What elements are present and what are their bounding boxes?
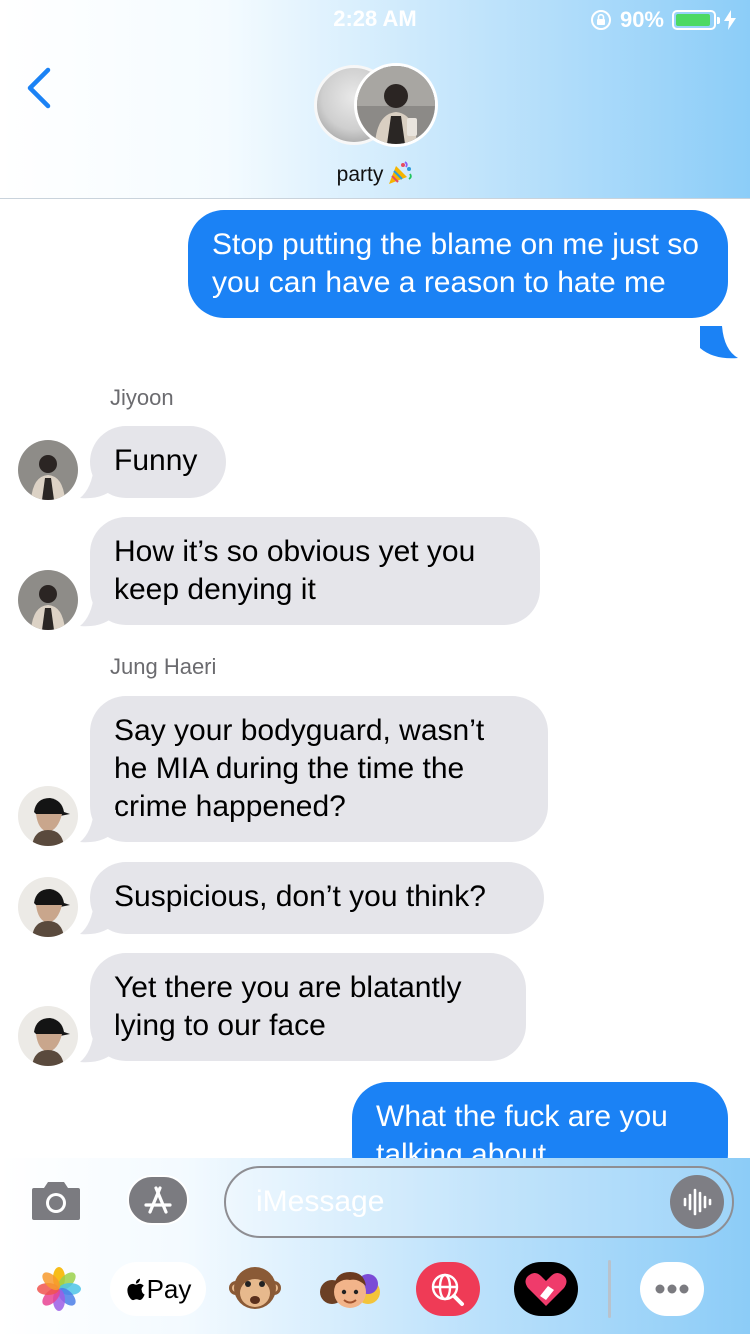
battery-icon (672, 10, 720, 30)
message-text: Stop putting the blame on me just so you… (212, 228, 699, 299)
back-button[interactable] (20, 66, 60, 110)
bubble-tail (80, 902, 116, 935)
conversation-header: 2:28 AM 90% party (0, 0, 750, 199)
drawer-divider (608, 1260, 611, 1318)
message-text: Funny (114, 444, 198, 477)
bubble-tail (80, 810, 116, 843)
audio-message-button[interactable] (670, 1175, 724, 1229)
bubble-tail (80, 594, 116, 627)
bubble-tail (80, 466, 116, 499)
message-text: Say your bodyguard, wasn’t he MIA during… (114, 714, 485, 823)
bubble-tail (80, 1030, 116, 1063)
message-text: Suspicious, don’t you think? (114, 880, 486, 913)
received-message-bubble[interactable]: How it’s so obvious yet you keep denying… (90, 517, 540, 625)
camera-button[interactable] (30, 1178, 82, 1222)
sent-message-bubble[interactable]: Stop putting the blame on me just so you… (188, 210, 728, 318)
group-name[interactable]: party (0, 160, 750, 187)
more-icon (655, 1284, 689, 1294)
battery-level (676, 14, 710, 26)
memoji-button[interactable] (318, 1262, 382, 1316)
received-message-bubble[interactable]: Yet there you are blatantly lying to our… (90, 953, 526, 1061)
group-name-label: party (336, 163, 384, 186)
waveform-icon (683, 1188, 712, 1216)
digital-touch-button[interactable] (514, 1262, 578, 1316)
camera-icon (32, 1182, 80, 1220)
message-text: Yet there you are blatantly lying to our… (114, 971, 462, 1042)
sender-name: Jung Haeri (110, 654, 217, 679)
battery-percent: 90% (619, 7, 664, 32)
sender-avatar[interactable] (18, 877, 78, 937)
web-search-button[interactable] (416, 1262, 480, 1316)
more-apps-button[interactable] (640, 1262, 704, 1316)
status-bar-right: 90% (590, 6, 736, 34)
apple-logo-icon (126, 1278, 145, 1301)
group-member-avatar (354, 63, 438, 147)
received-message-bubble[interactable]: Suspicious, don’t you think? (90, 862, 544, 934)
received-message-bubble[interactable]: Say your bodyguard, wasn’t he MIA during… (90, 696, 548, 842)
app-store-icon (127, 1175, 189, 1225)
app-drawer: Pay (0, 1246, 750, 1334)
apple-pay-button[interactable]: Pay (110, 1262, 206, 1316)
group-avatars[interactable] (314, 63, 438, 147)
sender-avatar[interactable] (18, 1006, 78, 1066)
apple-pay-label: Pay (146, 1273, 192, 1304)
party-popper-icon (389, 161, 413, 184)
message-text: How it’s so obvious yet you keep denying… (114, 535, 476, 606)
bubble-tail (700, 326, 738, 359)
animoji-button[interactable] (228, 1262, 282, 1316)
orientation-lock-icon (590, 10, 611, 30)
message-input[interactable] (224, 1166, 734, 1238)
sender-avatar[interactable] (18, 786, 78, 846)
photos-app-button[interactable] (32, 1262, 86, 1316)
photos-icon (37, 1267, 81, 1311)
sender-name: Jiyoon (110, 385, 174, 410)
sender-avatar[interactable] (18, 440, 78, 500)
bolt-icon (724, 10, 736, 30)
sender-avatar[interactable] (18, 570, 78, 630)
monkey-animoji-icon (229, 1267, 281, 1309)
chevron-left-icon (27, 67, 51, 109)
app-store-button[interactable] (126, 1174, 190, 1226)
memoji-icon (320, 1272, 380, 1308)
compose-bar (0, 1158, 750, 1246)
